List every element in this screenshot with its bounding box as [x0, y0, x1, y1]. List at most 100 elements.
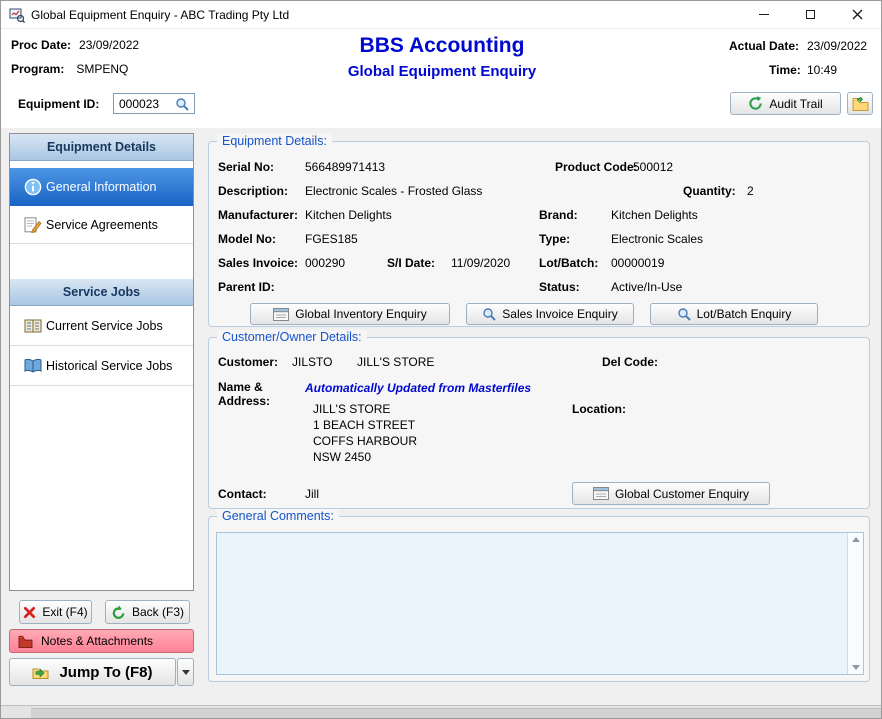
- close-icon: [852, 9, 863, 20]
- sidebar-header-equipment-details: Equipment Details: [10, 134, 193, 161]
- jump-to-icon: [32, 665, 49, 679]
- lot-batch-enquiry-label: Lot/Batch Enquiry: [697, 307, 792, 321]
- attachments-folder-button[interactable]: [847, 92, 873, 115]
- maximize-icon: [806, 10, 815, 19]
- product-code-value: 500012: [633, 160, 673, 174]
- si-date-label: S/I Date:: [387, 256, 435, 270]
- record-card-icon: [273, 308, 289, 321]
- serial-no-label: Serial No:: [218, 160, 274, 174]
- jump-to-dropdown-button[interactable]: [177, 658, 194, 686]
- lot-batch-value: 00000019: [611, 256, 664, 270]
- jump-to-button[interactable]: Jump To (F8): [9, 658, 176, 686]
- actual-date-value: 23/09/2022: [807, 39, 867, 53]
- global-customer-enquiry-label: Global Customer Enquiry: [615, 487, 749, 501]
- scroll-up-icon[interactable]: [852, 537, 860, 542]
- time-value: 10:49: [807, 63, 837, 77]
- address-line: NSW 2450: [313, 450, 371, 464]
- name-address-label-line1: Name &: [218, 380, 263, 394]
- magnifier-icon: [677, 307, 691, 321]
- sidebar-item-label: General Information: [46, 180, 156, 194]
- customer-owner-panel: Customer/Owner Details: Customer: JILSTO…: [208, 337, 870, 509]
- equipment-id-input[interactable]: [114, 97, 172, 111]
- chevron-down-icon: [182, 670, 190, 675]
- sidebar-item-label: Historical Service Jobs: [46, 359, 172, 373]
- address-line: 1 BEACH STREET: [313, 418, 415, 432]
- ledger-icon: [20, 318, 46, 334]
- sidebar-item-current-service-jobs[interactable]: Current Service Jobs: [10, 306, 193, 346]
- customer-name-value: JILL'S STORE: [357, 355, 434, 369]
- contact-label: Contact:: [218, 487, 267, 501]
- global-customer-enquiry-button[interactable]: Global Customer Enquiry: [572, 482, 770, 505]
- info-icon: [20, 178, 46, 196]
- scroll-down-icon[interactable]: [852, 665, 860, 670]
- customer-owner-legend: Customer/Owner Details:: [217, 330, 367, 344]
- address-line: COFFS HARBOUR: [313, 434, 417, 448]
- exit-button[interactable]: Exit (F4): [19, 600, 92, 624]
- comments-scrollbar[interactable]: [847, 533, 863, 674]
- exit-icon: [23, 606, 36, 619]
- quantity-value: 2: [747, 184, 754, 198]
- parent-id-label: Parent ID:: [218, 280, 275, 294]
- audit-trail-label: Audit Trail: [769, 97, 822, 111]
- back-button[interactable]: Back (F3): [105, 600, 190, 624]
- serial-no-value: 566489971413: [305, 160, 385, 174]
- description-label: Description:: [218, 184, 288, 198]
- window-controls: [740, 1, 881, 28]
- back-label: Back (F3): [132, 605, 184, 619]
- product-code-label: Product Code:: [555, 160, 638, 174]
- minimize-icon: [759, 14, 769, 16]
- equipment-id-search-button[interactable]: [172, 94, 192, 113]
- minimize-button[interactable]: [740, 1, 787, 28]
- folder-icon: [852, 97, 869, 111]
- description-value: Electronic Scales - Frosted Glass: [305, 184, 482, 198]
- sidebar-header-service-jobs: Service Jobs: [10, 279, 193, 306]
- manufacturer-value: Kitchen Delights: [305, 208, 392, 222]
- model-no-label: Model No:: [218, 232, 276, 246]
- equipment-details-panel: Equipment Details: Serial No: 5664899714…: [208, 141, 870, 327]
- audit-trail-button[interactable]: Audit Trail: [730, 92, 841, 115]
- sidebar-item-historical-service-jobs[interactable]: Historical Service Jobs: [10, 346, 193, 386]
- status-bar: [1, 705, 882, 719]
- sidebar-item-label: Service Agreements: [46, 218, 158, 232]
- app-window: Global Equipment Enquiry - ABC Trading P…: [0, 0, 882, 719]
- window-title: Global Equipment Enquiry - ABC Trading P…: [31, 8, 289, 22]
- comments-textarea[interactable]: [216, 532, 864, 675]
- sidebar-header-equipment-details-label: Equipment Details: [47, 140, 156, 154]
- model-no-value: FGES185: [305, 232, 358, 246]
- brand-label: Brand:: [539, 208, 578, 222]
- titlebar: Global Equipment Enquiry - ABC Trading P…: [1, 1, 881, 29]
- sales-invoice-enquiry-label: Sales Invoice Enquiry: [502, 307, 617, 321]
- status-bar-inset: [31, 708, 882, 719]
- status-value: Active/In-Use: [611, 280, 682, 294]
- record-card-icon: [593, 487, 609, 500]
- global-inventory-enquiry-label: Global Inventory Enquiry: [295, 307, 426, 321]
- lot-batch-enquiry-button[interactable]: Lot/Batch Enquiry: [650, 303, 818, 325]
- notes-attachments-button[interactable]: Notes & Attachments: [9, 629, 194, 653]
- customer-code-value: JILSTO: [292, 355, 332, 369]
- maximize-button[interactable]: [787, 1, 834, 28]
- global-inventory-enquiry-button[interactable]: Global Inventory Enquiry: [250, 303, 450, 325]
- notes-icon: [18, 635, 33, 648]
- status-label: Status:: [539, 280, 580, 294]
- sidebar: Equipment Details General Information Se…: [9, 133, 194, 591]
- sidebar-item-general-information[interactable]: General Information: [10, 168, 193, 206]
- sales-invoice-value: 000290: [305, 256, 345, 270]
- manufacturer-label: Manufacturer:: [218, 208, 298, 222]
- type-label: Type:: [539, 232, 570, 246]
- general-comments-panel: General Comments:: [208, 516, 870, 682]
- magnifier-icon: [175, 97, 189, 111]
- contact-value: Jill: [305, 487, 319, 501]
- equipment-details-legend: Equipment Details:: [217, 134, 332, 148]
- sidebar-item-service-agreements[interactable]: Service Agreements: [10, 206, 193, 244]
- equipment-id-field: [113, 93, 195, 114]
- si-date-value: 11/09/2020: [451, 256, 510, 270]
- close-button[interactable]: [834, 1, 881, 28]
- general-comments-legend: General Comments:: [217, 509, 339, 523]
- type-value: Electronic Scales: [611, 232, 703, 246]
- book-icon: [20, 358, 46, 374]
- app-icon: [9, 7, 25, 23]
- address-line: JILL'S STORE: [313, 402, 390, 416]
- exit-label: Exit (F4): [42, 605, 87, 619]
- sales-invoice-enquiry-button[interactable]: Sales Invoice Enquiry: [466, 303, 634, 325]
- masterfiles-note: Automatically Updated from Masterfiles: [305, 381, 531, 395]
